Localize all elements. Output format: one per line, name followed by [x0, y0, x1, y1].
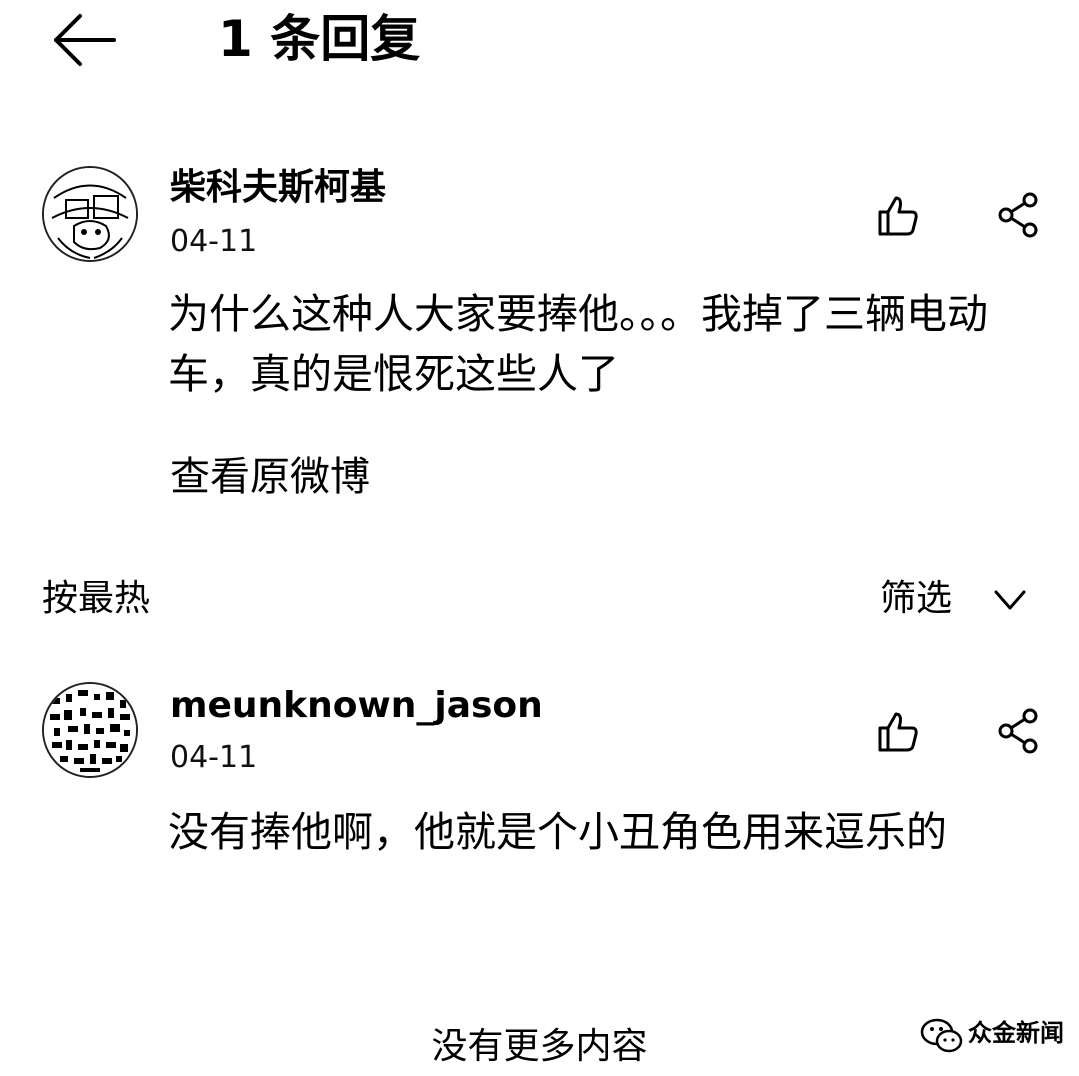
watermark-text: 众金新闻	[968, 1019, 1064, 1047]
avatar-root-author[interactable]	[42, 166, 138, 262]
sort-by-hot-button[interactable]: 按最热	[42, 576, 150, 622]
share-icon	[998, 708, 1038, 754]
filter-dropdown[interactable]: 筛选	[880, 574, 1040, 624]
comment-author-name[interactable]: 柴科夫斯柯基	[170, 166, 386, 210]
comment-text: 为什么这种人大家要捧他。。。我掉了三辆电动车，真的是恨死这些人了	[168, 290, 988, 398]
page-title: 1 条回复	[218, 10, 421, 68]
no-more-content-label: 没有更多内容	[431, 1026, 648, 1067]
comment-date: 04-11	[170, 224, 258, 259]
thumbs-up-icon	[878, 712, 918, 752]
arrow-left-icon	[54, 14, 116, 66]
chevron-down-icon	[994, 590, 1026, 610]
avatar-image	[44, 168, 136, 260]
like-button[interactable]	[872, 706, 922, 756]
share-icon	[998, 192, 1038, 238]
reply-author-name[interactable]: meunknown_jason	[170, 684, 543, 728]
wechat-icon	[920, 1018, 963, 1053]
back-button[interactable]	[48, 8, 120, 72]
watermark: 众金新闻	[920, 1010, 1070, 1060]
share-button[interactable]	[994, 706, 1044, 756]
reply-text: 没有捧他啊，他就是个小丑角色用来逗乐的	[168, 808, 947, 856]
reply-date: 04-11	[170, 740, 258, 775]
share-button[interactable]	[994, 190, 1044, 240]
filter-label: 筛选	[880, 578, 953, 619]
avatar-reply-author[interactable]	[42, 682, 138, 778]
avatar-image	[44, 684, 136, 776]
view-original-weibo-link[interactable]: 查看原微博	[170, 452, 370, 502]
like-button[interactable]	[872, 190, 922, 240]
thumbs-up-icon	[878, 196, 918, 236]
